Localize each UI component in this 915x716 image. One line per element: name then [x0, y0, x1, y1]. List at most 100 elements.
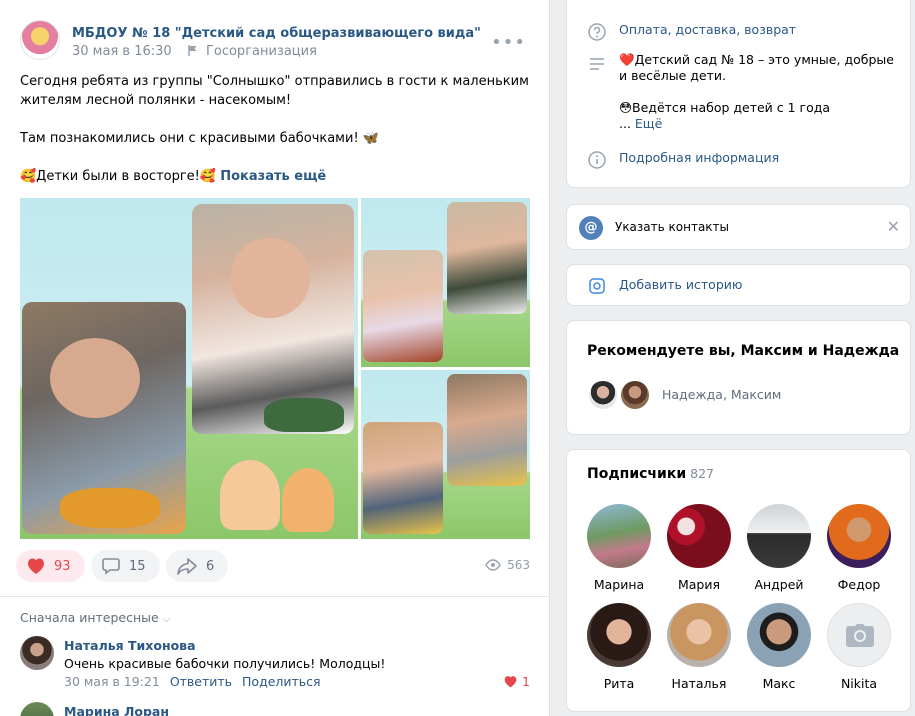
- add-story-link[interactable]: Добавить историю: [619, 277, 742, 292]
- contacts-label: Указать контакты: [615, 220, 730, 234]
- subscriber-avatar: [747, 603, 811, 667]
- share-button[interactable]: 6: [166, 550, 229, 582]
- subscriber-avatar: [587, 504, 651, 568]
- subscriber-name: Андрей: [754, 577, 804, 592]
- share-link[interactable]: Поделиться: [242, 674, 321, 689]
- comment-date[interactable]: 30 мая в 19:21: [64, 674, 160, 689]
- comment-like-count: 1: [522, 674, 530, 689]
- recommend-names[interactable]: Надежда, Максим: [662, 387, 781, 402]
- description-more-link[interactable]: Ещё: [635, 116, 662, 131]
- subscriber-avatar: [827, 603, 891, 667]
- subscriber-name: Мария: [677, 577, 721, 592]
- subscriber-avatar: [587, 603, 651, 667]
- recommend-card: Рекомендуете вы, Максим и Надежда Надежд…: [566, 320, 911, 435]
- post-text-line: 🥰Детки были в восторге!🥰 Показать ещё: [20, 167, 530, 186]
- show-more-link[interactable]: Показать ещё: [220, 169, 326, 184]
- description-line: ❤️Детский сад № 18 – это умные, добрые и…: [619, 52, 894, 83]
- subscriber-item[interactable]: Федор: [819, 504, 899, 592]
- post-text-line: Там познакомились они с красивыми бабочк…: [20, 131, 379, 146]
- subscriber-item[interactable]: Андрей: [739, 504, 819, 592]
- camera-placeholder-icon: [846, 624, 874, 647]
- subscriber-name: Nikita: [840, 676, 878, 691]
- post-text: Сегодня ребята из группы "Солнышко" отпр…: [20, 72, 530, 186]
- views-counter: 563: [485, 558, 530, 572]
- org-type-label: Госорганизация: [205, 44, 317, 59]
- add-story-card[interactable]: Добавить историю: [566, 264, 911, 306]
- comment-item: Наталья Тихонова Очень красивые бабочки …: [20, 636, 530, 692]
- group-name-link[interactable]: МБДОУ № 18 "Детский сад общеразвивающего…: [72, 26, 481, 41]
- post-header: МБДОУ № 18 "Детский сад общеразвивающего…: [20, 20, 530, 64]
- share-icon: [177, 558, 197, 575]
- group-description: ❤️Детский сад № 18 – это умные, добрые и…: [619, 52, 899, 132]
- subscriber-item[interactable]: Рита: [579, 603, 659, 691]
- comment-author[interactable]: Наталья Тихонова: [64, 638, 196, 653]
- comment-button[interactable]: 15: [91, 550, 160, 582]
- description-line: 😳Ведётся набор детей с 1 года: [619, 100, 831, 115]
- details-link[interactable]: Подробная информация: [619, 150, 779, 165]
- subscriber-name: Наталья: [671, 676, 727, 691]
- post-photo-bottom-right[interactable]: [361, 370, 530, 539]
- subscriber-name: Рита: [603, 676, 635, 691]
- share-count: 6: [206, 558, 215, 574]
- camera-icon: [589, 278, 605, 294]
- eye-icon: [485, 559, 501, 571]
- comment-author[interactable]: Марина Лоран: [64, 704, 169, 716]
- subscriber-name: Марина: [593, 577, 645, 592]
- subscribers-title[interactable]: Подписчики 827: [587, 466, 714, 482]
- subscriber-item[interactable]: Марина: [579, 504, 659, 592]
- subscriber-item[interactable]: Наталья: [659, 603, 739, 691]
- details-row[interactable]: Подробная информация: [587, 150, 779, 170]
- post-photo-top-right[interactable]: [361, 198, 530, 367]
- subscriber-item[interactable]: Макс: [739, 603, 819, 691]
- post-text-line3: 🥰Детки были в восторге!🥰: [20, 169, 217, 184]
- close-icon[interactable]: ✕: [887, 217, 900, 236]
- at-sign-icon: @: [579, 216, 603, 240]
- subscriber-avatar: [747, 504, 811, 568]
- post-divider: [0, 596, 550, 597]
- subscriber-name: Федор: [837, 577, 881, 592]
- payment-row[interactable]: Оплата, доставка, возврат: [587, 22, 796, 42]
- wall-post: МБДОУ № 18 "Детский сад общеразвивающего…: [0, 0, 550, 716]
- contacts-card[interactable]: @ Указать контакты ✕: [566, 204, 911, 250]
- sort-label: Сначала интересные: [20, 610, 159, 625]
- friend-avatar[interactable]: [619, 379, 651, 411]
- subscriber-item[interactable]: Nikita: [819, 603, 899, 691]
- more-options-icon[interactable]: •••: [491, 32, 526, 53]
- comment-sort-dropdown[interactable]: Сначала интересные ⌵: [20, 610, 170, 625]
- description-icon: [590, 58, 604, 70]
- subscriber-avatar: [667, 603, 731, 667]
- recommend-title: Рекомендуете вы, Максим и Надежда: [587, 343, 900, 359]
- heart-icon: [504, 676, 517, 688]
- post-photo-main[interactable]: [20, 198, 358, 539]
- views-count: 563: [507, 558, 530, 572]
- reply-link[interactable]: Ответить: [170, 674, 232, 689]
- group-info-card: Оплата, доставка, возврат ❤️Детский сад …: [566, 0, 911, 188]
- subscriber-avatar: [827, 504, 891, 568]
- like-count: 93: [54, 558, 71, 574]
- comment-item: Марина Лоран: [20, 702, 530, 716]
- group-avatar[interactable]: [20, 20, 60, 60]
- subscribers-card: Подписчики 827 Марина Мария Андрей Федор …: [566, 449, 911, 712]
- post-date[interactable]: 30 мая в 16:30: [72, 44, 172, 59]
- chevron-down-icon: ⌵: [162, 614, 171, 625]
- post-text-line: Сегодня ребята из группы "Солнышко" отпр…: [20, 74, 529, 108]
- photo-collage[interactable]: [20, 198, 530, 539]
- subscribers-count: 827: [690, 466, 715, 481]
- page: МБДОУ № 18 "Детский сад общеразвивающего…: [0, 0, 915, 716]
- post-meta: 30 мая в 16:30 Госорганизация: [72, 44, 317, 59]
- comment-like-button[interactable]: 1: [503, 674, 530, 689]
- question-icon: [588, 23, 606, 41]
- like-button[interactable]: 93: [16, 550, 85, 582]
- payment-link[interactable]: Оплата, доставка, возврат: [619, 22, 796, 37]
- comment-avatar[interactable]: [20, 636, 54, 670]
- friend-avatar[interactable]: [587, 379, 619, 411]
- flag-icon: [188, 45, 197, 56]
- comment-meta: 30 мая в 19:21 Ответить Поделиться: [64, 674, 321, 689]
- comment-icon: [102, 558, 120, 575]
- comment-avatar[interactable]: [20, 702, 54, 716]
- subscriber-name: Макс: [762, 676, 796, 691]
- description-more: ... Ещё: [619, 116, 663, 131]
- comment-text: Очень красивые бабочки получились! Молод…: [64, 656, 386, 671]
- subscriber-item[interactable]: Мария: [659, 504, 739, 592]
- subscriber-avatar: [667, 504, 731, 568]
